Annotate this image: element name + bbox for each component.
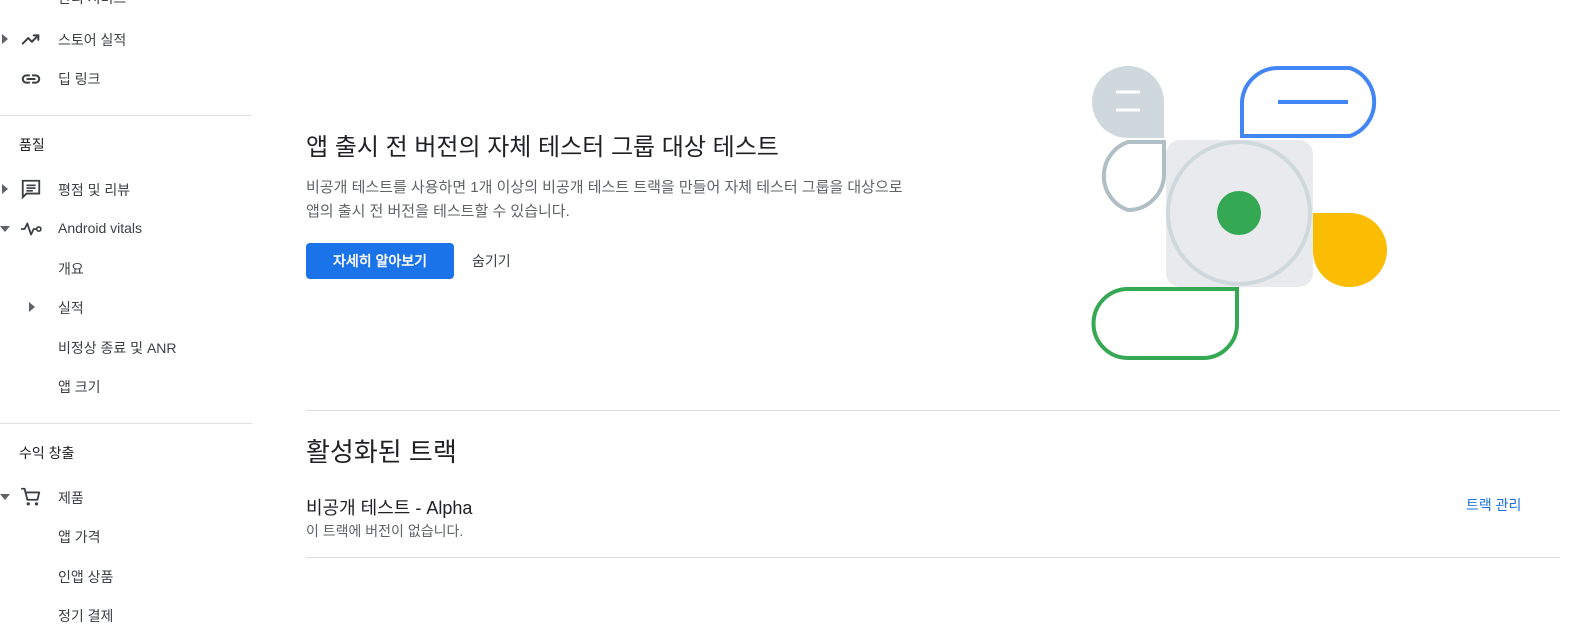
caret-right-icon[interactable] <box>27 302 37 312</box>
sidebar-item-products[interactable]: 제품 <box>0 482 252 512</box>
sidebar-item-label: 정기 결제 <box>58 608 114 624</box>
caret-right-icon[interactable] <box>0 184 10 194</box>
sidebar-item-overview[interactable]: 개요 <box>0 253 252 283</box>
sidebar-item-store-performance[interactable]: 스토어 실적 <box>0 24 252 54</box>
sidebar-item-label: 실적 <box>58 300 84 316</box>
sidebar-item-label: Android vitals <box>58 220 143 236</box>
track-name: 비공개 테스트 - Alpha <box>306 498 473 518</box>
hide-button[interactable]: 숨기기 <box>462 243 521 279</box>
sidebar-nav: 관리 서비스 스토어 실적 딥 링크 품질 평점 및 리뷰 And <box>0 0 252 644</box>
section-divider <box>306 410 1560 411</box>
testing-illustration <box>1088 62 1390 364</box>
sidebar-item-in-app-products[interactable]: 인앱 상품 <box>0 561 252 591</box>
sidebar-item-label: 제품 <box>58 490 84 506</box>
shopping-cart-icon <box>19 485 43 509</box>
caret-down-icon[interactable] <box>0 492 10 502</box>
sidebar-item-label: 인앱 상품 <box>58 569 114 585</box>
review-comment-icon <box>19 177 43 201</box>
sidebar-item-app-size[interactable]: 앱 크기 <box>0 371 252 401</box>
active-tracks-title: 활성화된 트랙 <box>306 437 457 467</box>
sidebar-item-cut-label[interactable]: 관리 서비스 <box>58 0 126 8</box>
caret-down-icon[interactable] <box>0 224 10 234</box>
sidebar-item-label: 앱 크기 <box>58 379 101 395</box>
sidebar-item-label: 스토어 실적 <box>58 32 127 48</box>
learn-more-button[interactable]: 자세히 알아보기 <box>306 243 454 279</box>
track-status: 이 트랙에 버전이 없습니다. <box>306 523 464 539</box>
sidebar-divider <box>0 423 252 424</box>
sidebar-item-performance[interactable]: 실적 <box>0 292 252 322</box>
track-divider <box>306 557 1560 558</box>
sidebar-section-monetize: 수익 창출 <box>19 445 75 461</box>
caret-right-icon[interactable] <box>0 34 10 44</box>
sidebar-section-quality: 품질 <box>19 137 45 153</box>
link-icon <box>19 67 43 91</box>
sidebar-item-label: 앱 가격 <box>58 529 101 545</box>
sidebar-item-label: 딥 링크 <box>58 71 101 87</box>
sidebar-item-subscriptions[interactable]: 정기 결제 <box>0 600 252 630</box>
sidebar-item-android-vitals[interactable]: Android vitals <box>0 214 252 244</box>
sidebar-item-crashes-anr[interactable]: 비정상 종료 및 ANR <box>0 332 252 362</box>
sidebar-divider <box>0 115 252 116</box>
sidebar-item-app-pricing[interactable]: 앱 가격 <box>0 521 252 551</box>
trending-up-icon <box>19 27 43 51</box>
vitals-pulse-icon <box>19 217 43 241</box>
sidebar-item-label: 평점 및 리뷰 <box>58 182 131 198</box>
promo-description: 비공개 테스트를 사용하면 1개 이상의 비공개 테스트 트랙을 만들어 자체 … <box>306 179 903 220</box>
sidebar-item-label: 비정상 종료 및 ANR <box>58 340 177 356</box>
sidebar-item-deep-links[interactable]: 딥 링크 <box>0 63 252 93</box>
sidebar-item-label: 개요 <box>58 261 84 277</box>
promo-title: 앱 출시 전 버전의 자체 테스터 그룹 대상 테스트 <box>306 134 779 161</box>
manage-track-link[interactable]: 트랙 관리 <box>1466 495 1521 515</box>
sidebar-item-ratings-reviews[interactable]: 평점 및 리뷰 <box>0 174 252 204</box>
